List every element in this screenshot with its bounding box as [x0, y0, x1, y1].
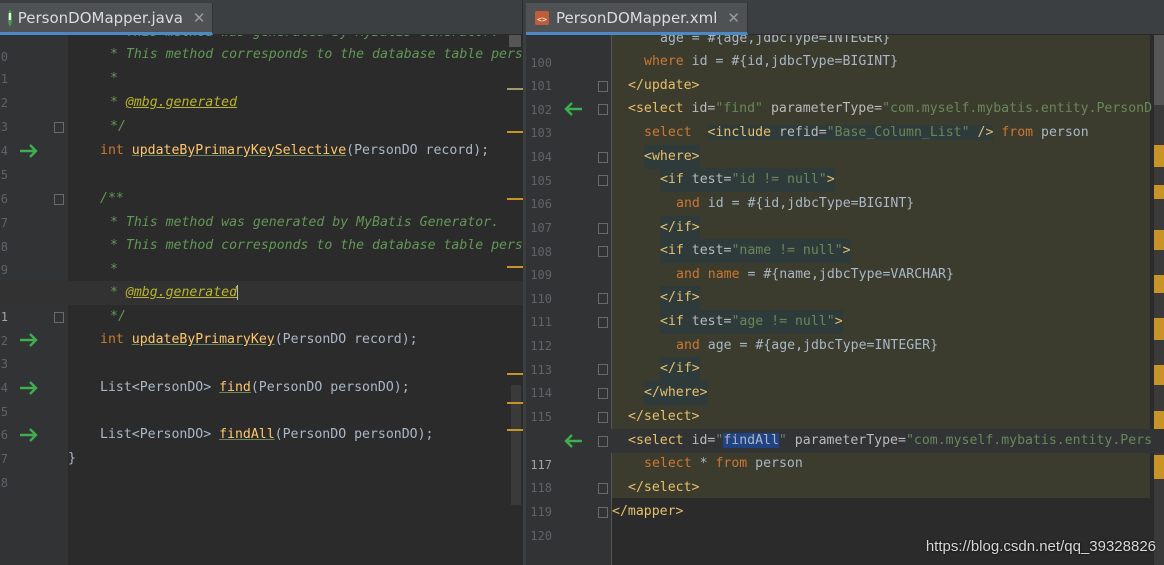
- tab-person-mapper-java[interactable]: I PersonDOMapper.java ✕: [0, 3, 213, 35]
- code-line: 5 int updateByPrimaryKeySelective(Person…: [0, 141, 490, 182]
- code-line: 120 </mapper>: [530, 504, 684, 543]
- close-icon[interactable]: ✕: [727, 9, 740, 27]
- code-line: 3 int updateByPrimaryKey(PersonDO record…: [0, 330, 418, 371]
- current-line: 117 <select id="findAll" parameterType="…: [526, 429, 1164, 472]
- fold-icon[interactable]: [598, 412, 608, 423]
- fold-icon[interactable]: [598, 507, 608, 518]
- code-line: 114 </if>: [526, 357, 1164, 400]
- code-line: 9 * This method corresponds to the datab…: [0, 238, 523, 277]
- code-line: 0 *: [1, 262, 118, 301]
- code-line: 1 * This method corresponds to the datab…: [0, 47, 523, 86]
- fold-icon[interactable]: [598, 483, 608, 494]
- text-caret: ​: [237, 285, 239, 300]
- code-line: 7 List<PersonDO> findAll(PersonDO person…: [0, 425, 434, 466]
- code-line: 115 </where>: [526, 381, 1164, 424]
- selected-word: findAll: [723, 433, 779, 448]
- code-line: 8 }: [0, 451, 76, 490]
- code-line: 102 </update>: [530, 78, 700, 117]
- xml-tab-bar: <> PersonDOMapper.xml ✕: [526, 0, 1164, 35]
- java-editor[interactable]: 0 * This method was generated by MyBatis…: [0, 35, 523, 565]
- goto-implementation-arrow-icon[interactable]: [18, 330, 40, 350]
- code-line: 116 </select>: [526, 405, 1164, 448]
- xml-editor[interactable]: 100 age = #{age,jdbcType=INTEGER} 101 wh…: [526, 35, 1164, 565]
- code-line: 108 </if>: [526, 216, 1164, 259]
- fold-icon[interactable]: [598, 364, 608, 375]
- code-line: 7 /**: [0, 191, 124, 230]
- code-line: 111 </if>: [526, 286, 1164, 329]
- mbg-annotation: @mbg.generated: [125, 95, 238, 110]
- fold-icon[interactable]: [54, 312, 64, 323]
- tab-person-mapper-xml[interactable]: <> PersonDOMapper.xml ✕: [526, 3, 748, 35]
- code-line: 8 * This method was generated by MyBatis…: [0, 215, 500, 254]
- code-line: 109 <if test="name != null">: [526, 239, 1164, 282]
- mbg-annotation: @mbg.generated: [125, 285, 238, 300]
- tab-label: PersonDOMapper.java: [17, 8, 183, 27]
- fold-icon[interactable]: [598, 246, 608, 257]
- code-line: 4 */: [0, 119, 126, 158]
- current-line: 1 * @mbg.generated​: [0, 281, 523, 324]
- code-line: 118 select * from person: [530, 456, 803, 495]
- xml-file-icon: <>: [534, 10, 550, 26]
- tab-label: PersonDOMapper.xml: [556, 8, 718, 27]
- code-line: 100 age = #{age,jdbcType=INTEGER}: [530, 35, 891, 70]
- fold-icon[interactable]: [598, 175, 608, 186]
- fold-icon[interactable]: [598, 104, 608, 115]
- fold-icon[interactable]: [598, 81, 608, 92]
- svg-text:<>: <>: [537, 15, 547, 24]
- code-line: 6: [0, 428, 8, 442]
- code-line: 104 select <include refid="Base_Column_L…: [530, 125, 1089, 164]
- watermark: https://blog.csdn.net/qq_39328826: [925, 538, 1156, 555]
- code-line: 2 */: [0, 309, 126, 348]
- java-class-icon: I: [8, 9, 12, 26]
- fold-icon[interactable]: [54, 194, 64, 205]
- code-line: 6: [0, 192, 8, 206]
- fold-icon[interactable]: [598, 317, 608, 328]
- code-line: 4: [0, 381, 8, 395]
- code-line: 105 <where>: [526, 145, 1164, 188]
- code-line: 103 <select id="find" parameterType="com…: [530, 99, 1153, 140]
- code-line: 113 and age = #{age,jdbcType=INTEGER}: [530, 338, 939, 377]
- close-icon[interactable]: ✕: [193, 9, 206, 27]
- code-line: 106 <if test="id != null">: [526, 168, 1164, 211]
- goto-implementation-arrow-icon[interactable]: [18, 141, 40, 161]
- code-line: 119 </select>: [530, 480, 700, 519]
- code-line: 101 where id = #{id,jdbcType=BIGINT}: [530, 54, 899, 93]
- code-line: 112 <if test="age != null">: [526, 310, 1164, 353]
- code-line: 2 *: [0, 71, 118, 110]
- fold-icon[interactable]: [598, 152, 608, 163]
- goto-implementation-arrow-icon[interactable]: [18, 425, 40, 445]
- code-line: 110 and name = #{name,jdbcType=VARCHAR}: [530, 267, 954, 306]
- java-tab-bar: I PersonDOMapper.java ✕: [0, 0, 522, 35]
- fold-icon[interactable]: [598, 223, 608, 234]
- code-line: 107 and id = #{id,jdbcType=BIGINT}: [530, 196, 915, 235]
- goto-implementation-arrow-icon[interactable]: [18, 378, 40, 398]
- goto-declaration-arrow-icon[interactable]: [562, 99, 584, 119]
- fold-icon[interactable]: [598, 293, 608, 304]
- goto-declaration-arrow-icon[interactable]: [562, 431, 584, 451]
- code-line: 5 List<PersonDO> find(PersonDO personDO)…: [0, 378, 410, 419]
- fold-icon[interactable]: [54, 122, 64, 133]
- fold-icon[interactable]: [598, 436, 608, 447]
- code-line: 3 * @mbg.generated: [0, 95, 238, 134]
- fold-icon[interactable]: [598, 388, 608, 399]
